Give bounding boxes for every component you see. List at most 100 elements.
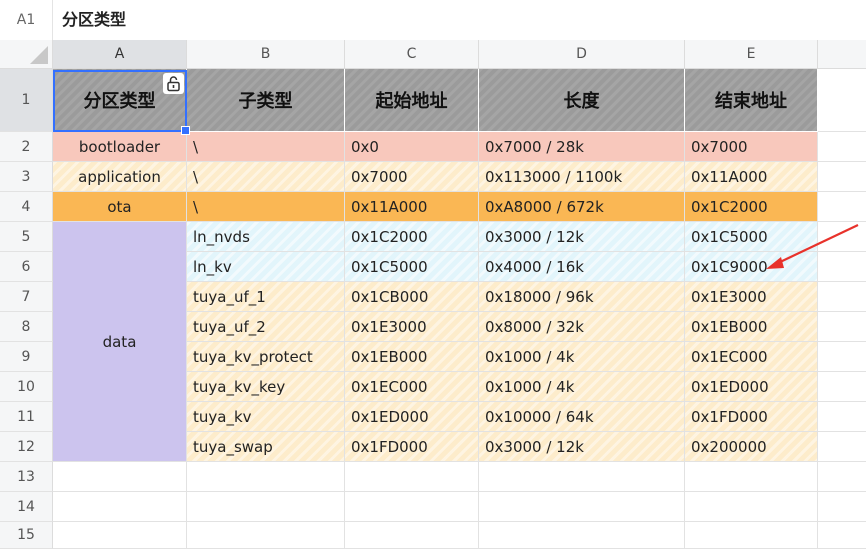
row-header-7[interactable]: 7	[0, 282, 53, 312]
cell-start[interactable]: 0x1CB000	[345, 282, 479, 312]
column-header-c[interactable]: C	[345, 40, 479, 69]
cell-length[interactable]: 0x18000 / 96k	[479, 282, 685, 312]
cell-end[interactable]: 0x11A000	[685, 162, 818, 192]
table-cell[interactable]	[818, 462, 866, 492]
row-header-13[interactable]: 13	[0, 462, 53, 492]
cell-start[interactable]: 0x1FD000	[345, 432, 479, 462]
row-header-14[interactable]: 14	[0, 492, 53, 522]
table-cell[interactable]	[818, 282, 866, 312]
row-header-4[interactable]: 4	[0, 192, 53, 222]
unlock-icon[interactable]	[163, 73, 184, 94]
row-header-1[interactable]: 1	[0, 69, 53, 132]
cell-length[interactable]: 0x1000 / 4k	[479, 342, 685, 372]
cell-end[interactable]: 0x200000	[685, 432, 818, 462]
cell-length[interactable]: 0x10000 / 64k	[479, 402, 685, 432]
cell-end[interactable]: 0x7000	[685, 132, 818, 162]
cell-subtype[interactable]: ln_kv	[187, 252, 345, 282]
row-header-6[interactable]: 6	[0, 252, 53, 282]
table-cell[interactable]	[685, 492, 818, 522]
cell-length[interactable]: 0x3000 / 12k	[479, 432, 685, 462]
cell-end[interactable]: 0x1E3000	[685, 282, 818, 312]
fill-handle[interactable]	[181, 126, 190, 135]
cell-start[interactable]: 0x7000	[345, 162, 479, 192]
table-cell[interactable]	[479, 522, 685, 549]
header-length[interactable]: 长度	[479, 69, 685, 132]
cell-subtype[interactable]: \	[187, 162, 345, 192]
row-header-8[interactable]: 8	[0, 312, 53, 342]
table-cell[interactable]	[187, 492, 345, 522]
row-header-15[interactable]: 15	[0, 522, 53, 549]
cell-subtype[interactable]: tuya_swap	[187, 432, 345, 462]
table-cell[interactable]	[53, 492, 187, 522]
header-end-address[interactable]: 结束地址	[685, 69, 818, 132]
cell-end[interactable]: 0x1ED000	[685, 372, 818, 402]
cell-start[interactable]: 0x11A000	[345, 192, 479, 222]
cell-end[interactable]: 0x1C9000	[685, 252, 818, 282]
table-cell[interactable]	[53, 522, 187, 549]
column-header-e[interactable]: E	[685, 40, 818, 69]
cell-subtype[interactable]: tuya_kv_key	[187, 372, 345, 402]
cell-end[interactable]: 0x1FD000	[685, 402, 818, 432]
cell-end[interactable]: 0x1EC000	[685, 342, 818, 372]
table-cell[interactable]	[818, 342, 866, 372]
table-cell[interactable]	[818, 522, 866, 549]
cell-type-ota[interactable]: ota	[53, 192, 187, 222]
table-cell[interactable]	[685, 462, 818, 492]
cell-reference[interactable]: A1	[0, 0, 53, 40]
table-cell[interactable]	[818, 372, 866, 402]
cell-length[interactable]: 0x1000 / 4k	[479, 372, 685, 402]
cell-length[interactable]: 0xA8000 / 672k	[479, 192, 685, 222]
select-all-corner[interactable]	[0, 40, 53, 69]
column-header-b[interactable]: B	[187, 40, 345, 69]
table-cell[interactable]	[685, 522, 818, 549]
table-cell[interactable]	[187, 522, 345, 549]
table-cell[interactable]	[345, 522, 479, 549]
table-cell[interactable]	[818, 492, 866, 522]
table-cell[interactable]	[479, 462, 685, 492]
cell-end[interactable]: 0x1EB000	[685, 312, 818, 342]
cell-subtype[interactable]: tuya_uf_1	[187, 282, 345, 312]
table-cell[interactable]	[818, 222, 866, 252]
table-cell[interactable]	[479, 492, 685, 522]
header-start-address[interactable]: 起始地址	[345, 69, 479, 132]
row-header-5[interactable]: 5	[0, 222, 53, 252]
table-cell[interactable]	[818, 132, 866, 162]
table-cell[interactable]	[818, 402, 866, 432]
cell-subtype[interactable]: tuya_uf_2	[187, 312, 345, 342]
cell-end[interactable]: 0x1C2000	[685, 192, 818, 222]
cell-start[interactable]: 0x1C2000	[345, 222, 479, 252]
column-header-f[interactable]	[818, 40, 866, 69]
table-cell[interactable]	[818, 252, 866, 282]
table-cell[interactable]	[53, 462, 187, 492]
cell-type-data[interactable]: data	[53, 222, 187, 462]
row-header-9[interactable]: 9	[0, 342, 53, 372]
cell-length[interactable]: 0x3000 / 12k	[479, 222, 685, 252]
cell-start[interactable]: 0x1ED000	[345, 402, 479, 432]
table-cell[interactable]	[187, 462, 345, 492]
cell-subtype[interactable]: tuya_kv	[187, 402, 345, 432]
cell-type-bootloader[interactable]: bootloader	[53, 132, 187, 162]
row-header-3[interactable]: 3	[0, 162, 53, 192]
table-cell[interactable]	[818, 69, 866, 132]
cell-subtype[interactable]: ln_nvds	[187, 222, 345, 252]
row-header-12[interactable]: 12	[0, 432, 53, 462]
cell-length[interactable]: 0x4000 / 16k	[479, 252, 685, 282]
row-header-2[interactable]: 2	[0, 132, 53, 162]
cell-length[interactable]: 0x7000 / 28k	[479, 132, 685, 162]
cell-start[interactable]: 0x1EB000	[345, 342, 479, 372]
table-cell[interactable]	[818, 162, 866, 192]
cell-length[interactable]: 0x8000 / 32k	[479, 312, 685, 342]
column-header-d[interactable]: D	[479, 40, 685, 69]
column-header-a[interactable]: A	[53, 40, 187, 69]
table-cell[interactable]	[818, 192, 866, 222]
table-cell[interactable]	[345, 492, 479, 522]
cell-subtype[interactable]: \	[187, 192, 345, 222]
cell-length[interactable]: 0x113000 / 1100k	[479, 162, 685, 192]
table-cell[interactable]	[345, 462, 479, 492]
formula-value[interactable]: 分区类型	[62, 0, 126, 40]
cell-start[interactable]: 0x1C5000	[345, 252, 479, 282]
table-cell[interactable]	[818, 312, 866, 342]
row-header-10[interactable]: 10	[0, 372, 53, 402]
cell-subtype[interactable]: tuya_kv_protect	[187, 342, 345, 372]
header-subtype[interactable]: 子类型	[187, 69, 345, 132]
